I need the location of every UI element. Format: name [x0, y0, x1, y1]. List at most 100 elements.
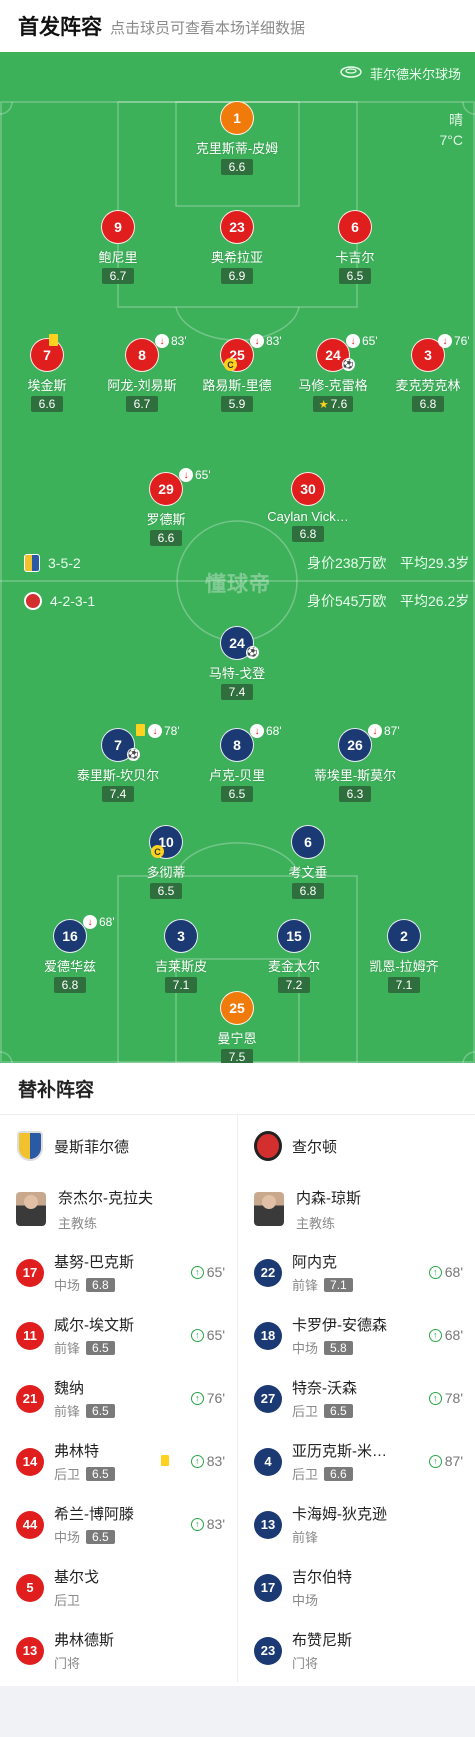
player-name: 吉莱斯皮 [154, 959, 207, 974]
player-name: 考文垂 [288, 865, 328, 880]
home-formation: 3-5-2 [48, 555, 81, 571]
sub-in-marker: ↑ 76' [190, 1390, 225, 1406]
pitch: 菲尔德米尔球场 晴 7°C 懂球帝 3-5-2 身价238万欧 平均29.3岁 … [0, 52, 475, 1063]
sub-position: 门将 [54, 1656, 81, 1671]
player-rating: 6.6 [221, 159, 253, 175]
sub-in-marker: ↑ 83' [190, 1453, 225, 1469]
home-player[interactable]: 9 鲍尼里 6.7 [63, 210, 173, 284]
sub-in-minute: 65' [206, 1327, 225, 1343]
player-rating: 6.8 [54, 977, 86, 993]
sub-name: 希兰-博阿滕 [54, 1506, 134, 1523]
away-player[interactable]: 3 吉莱斯皮 7.1 [126, 919, 236, 993]
home-player[interactable]: 24 ⚽ ↓ 65' 马修-克雷格 ★ 7.6 [278, 334, 388, 412]
stadium-icon [340, 65, 362, 82]
sub-player-row[interactable]: 27 特奈-沃森 后卫 6.5 ↑ 78' [238, 1367, 475, 1430]
player-rating: 7.1 [388, 977, 420, 993]
sub-number: 13 [16, 1636, 44, 1665]
sub-off-icon: ↓ [155, 334, 169, 348]
sub-player-row[interactable]: 13 弗林德斯 门将 [0, 1619, 237, 1682]
player-name: 蒂埃里-斯莫尔 [313, 768, 397, 783]
player-name: 多彻蒂 [146, 865, 186, 880]
home-player[interactable]: 6 卡吉尔 6.5 [300, 210, 410, 284]
home-player[interactable]: 29 ↓ 65' 罗德斯 6.6 [111, 468, 221, 546]
sub-player-row[interactable]: 17 吉尔伯特 中场 [238, 1556, 475, 1619]
player-number: 7 [30, 338, 64, 372]
player-rating: 6.6 [150, 530, 182, 546]
away-player[interactable]: 16 ↓ 68' 爱德华兹 6.8 [15, 915, 125, 993]
sub-name: 基努-巴克斯 [54, 1254, 134, 1271]
sub-name: 威尔-埃文斯 [54, 1317, 134, 1334]
sub-in-minute: 83' [206, 1453, 225, 1469]
sub-number: 21 [16, 1384, 44, 1413]
sub-rating: 6.5 [86, 1340, 115, 1355]
away-player[interactable]: 10 C 多彻蒂 6.5 [111, 825, 221, 899]
page-title: 首发阵容 [18, 16, 102, 39]
home-player[interactable]: 30 Caylan Vick… 6.8 [253, 472, 363, 542]
away-team-header[interactable]: 查尔顿 [238, 1115, 475, 1177]
sub-number: 17 [254, 1573, 282, 1602]
away-player[interactable]: 26 ↓ 87' 蒂埃里-斯莫尔 6.3 [300, 724, 410, 802]
sub-player-row[interactable]: 23 布赞尼斯 门将 [238, 1619, 475, 1682]
away-player[interactable]: 6 考文垂 6.8 [253, 825, 363, 899]
home-player[interactable]: 3 ↓ 76' 麦克劳克林 6.8 [373, 334, 475, 412]
away-player[interactable]: 15 麦金太尔 7.2 [239, 919, 349, 993]
home-player[interactable]: 25 C ↓ 83' 路易斯-里德 5.9 [182, 334, 292, 412]
away-player[interactable]: 8 ↓ 68' 卢克-贝里 6.5 [182, 724, 292, 802]
player-name: 罗德斯 [146, 512, 186, 527]
sub-player-row[interactable]: 44 希兰-博阿滕 中场 6.5 ↑ 83' [0, 1493, 237, 1556]
home-coach[interactable]: 奈杰尔-克拉夫 主教练 [0, 1177, 237, 1241]
player-name: 爱德华兹 [43, 959, 96, 974]
home-player[interactable]: 8 ↓ 83' 阿龙-刘易斯 6.7 [87, 334, 197, 412]
sub-name: 魏纳 [54, 1380, 85, 1397]
sub-in-icon: ↑ [428, 1391, 442, 1405]
player-name: 马修-克雷格 [298, 378, 368, 393]
coach-role: 主教练 [58, 1215, 98, 1231]
sub-position: 中场 [292, 1341, 319, 1356]
sub-player-row[interactable]: 21 魏纳 前锋 6.5 ↑ 76' [0, 1367, 237, 1430]
sub-in-icon: ↑ [428, 1328, 442, 1342]
watermark: 懂球帝 [205, 573, 271, 596]
player-rating: 6.8 [292, 883, 324, 899]
home-team-header[interactable]: 曼斯菲尔德 [0, 1115, 237, 1177]
sub-player-row[interactable]: 4 亚历克斯-米… 后卫 6.6 ↑ 87' [238, 1430, 475, 1493]
captain-icon: C [224, 358, 237, 371]
player-name: 麦克劳克林 [395, 378, 461, 393]
player-number: 6 [291, 825, 325, 859]
home-team-logo-icon [16, 1130, 44, 1162]
sub-player-row[interactable]: 22 阿内克 前锋 7.1 ↑ 68' [238, 1241, 475, 1304]
away-player[interactable]: 25 曼宁恩 7.5 [182, 991, 292, 1063]
player-number: 16 [53, 919, 87, 953]
sub-player-row[interactable]: 11 威尔-埃文斯 前锋 6.5 ↑ 65' [0, 1304, 237, 1367]
sub-off-marker: ↓ 68' [250, 724, 282, 738]
away-player[interactable]: 2 凯恩-拉姆齐 7.1 [349, 919, 459, 993]
player-name: 路易斯-里德 [202, 378, 272, 393]
away-formation-row: 4-2-3-1 身价545万欧 平均26.2岁 [24, 592, 469, 610]
sub-minute: 68' [266, 724, 282, 738]
sub-player-row[interactable]: 14 弗林特 后卫 6.5 ↑ 83' [0, 1430, 237, 1493]
sub-in-minute: 87' [444, 1453, 463, 1469]
player-number: 9 [101, 210, 135, 244]
away-player[interactable]: 24 ⚽ 马特-戈登 7.4 [182, 626, 292, 700]
sub-in-icon: ↑ [428, 1454, 442, 1468]
sub-player-row[interactable]: 13 卡海姆-狄克逊 前锋 [238, 1493, 475, 1556]
home-player[interactable]: 1 克里斯蒂-皮姆 6.6 [182, 101, 292, 175]
sub-player-row[interactable]: 5 基尔戈 后卫 [0, 1556, 237, 1619]
player-number: 8 [220, 728, 254, 762]
home-player[interactable]: 23 奥希拉亚 6.9 [182, 210, 292, 284]
away-player[interactable]: 7 ⚽ ↓ 78' 泰里斯-坎贝尔 7.4 [63, 724, 180, 802]
sub-rating: 6.5 [86, 1466, 115, 1481]
away-avg-age: 平均26.2岁 [400, 593, 470, 609]
sub-player-row[interactable]: 17 基努-巴克斯 中场 6.8 ↑ 65' [0, 1241, 237, 1304]
sub-in-icon: ↑ [190, 1517, 204, 1531]
sub-player-row[interactable]: 18 卡罗伊-安德森 中场 5.8 ↑ 68' [238, 1304, 475, 1367]
home-crest-icon [24, 554, 40, 572]
sub-position: 中场 [54, 1530, 81, 1545]
sub-position: 门将 [292, 1656, 319, 1671]
player-number: 15 [277, 919, 311, 953]
player-name: 埃金斯 [27, 378, 67, 393]
player-rating: 6.5 [221, 786, 253, 802]
player-name: 卢克-贝里 [208, 768, 266, 783]
sub-position: 后卫 [54, 1467, 81, 1482]
away-coach[interactable]: 内森-琼斯 主教练 [238, 1177, 475, 1241]
sub-number: 4 [254, 1447, 282, 1476]
